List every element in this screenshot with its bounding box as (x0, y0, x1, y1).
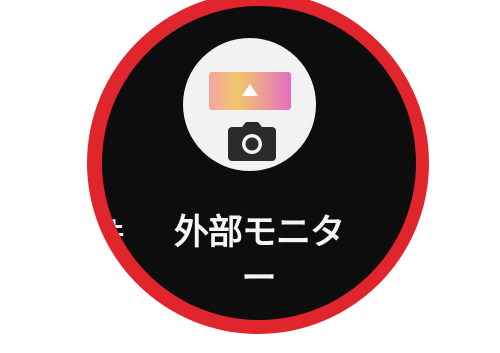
external-monitor-app-icon[interactable] (183, 38, 316, 171)
app-label-continuation: ー (241, 259, 277, 299)
camera-icon (228, 122, 276, 161)
app-label: 外部モニタ (173, 213, 345, 253)
up-arrow-icon (242, 84, 258, 96)
app-grid-background: 件 外部モニタ ー (102, 6, 416, 320)
monitor-icon (209, 72, 291, 110)
zoomed-view: 件 外部モニタ ー (0, 0, 500, 353)
